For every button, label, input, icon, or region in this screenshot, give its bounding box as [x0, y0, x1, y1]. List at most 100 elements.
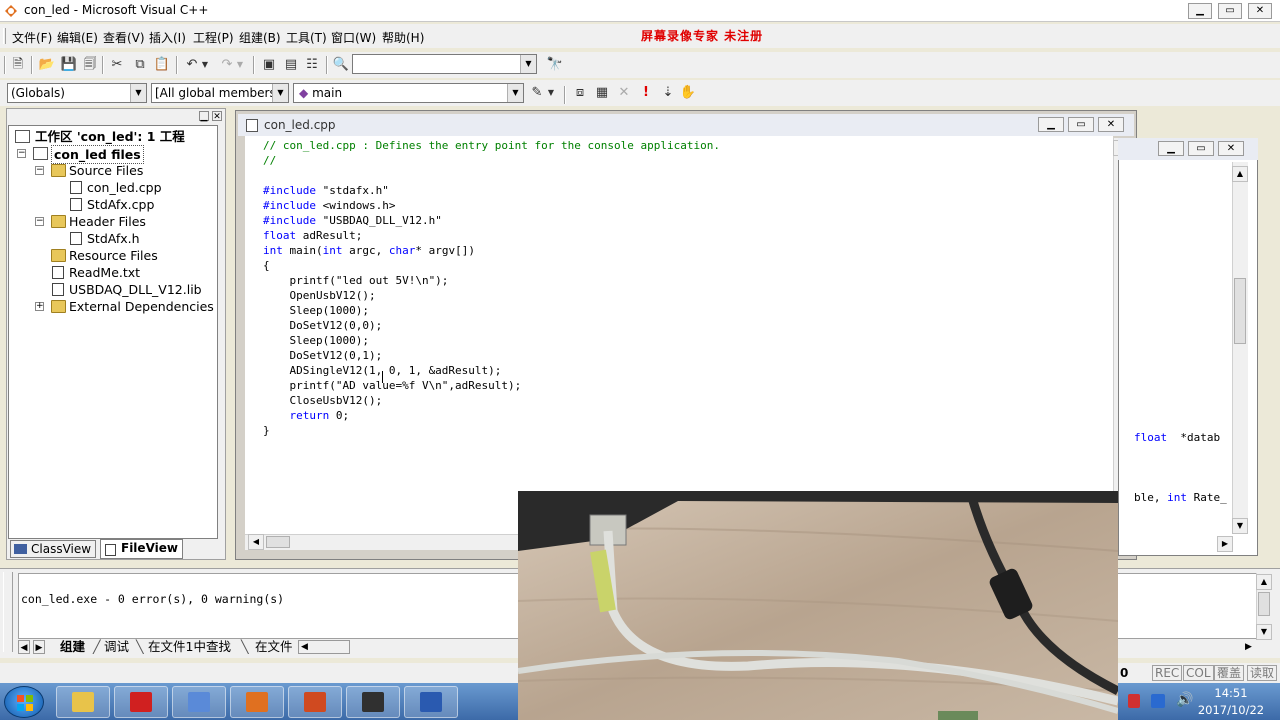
network-icon[interactable] [1151, 694, 1165, 708]
scroll-down-icon[interactable]: ▼ [1256, 624, 1272, 640]
function-combo[interactable]: ◆ main ▼ [293, 83, 524, 103]
scroll-up-icon[interactable]: ▲ [1256, 574, 1272, 590]
editor-maximize-button[interactable]: ▭ [1068, 117, 1094, 132]
chevron-down-icon[interactable]: ▼ [520, 55, 536, 73]
bg-maximize-button[interactable]: ▭ [1188, 141, 1214, 156]
build-result-message: con_led.exe - 0 error(s), 0 warning(s) [21, 592, 285, 606]
wizard-actions-dropdown-icon[interactable]: ▼ [546, 83, 556, 103]
bg-scroll-thumb[interactable] [1234, 278, 1246, 344]
menu-build[interactable]: 组建(B) [239, 29, 281, 46]
horizontal-scroll-thumb[interactable] [266, 536, 290, 548]
menubar-grip[interactable] [3, 28, 6, 44]
paste-icon[interactable]: 📋 [152, 55, 172, 75]
compile-icon[interactable]: ⧈ [570, 83, 590, 103]
build-icon[interactable]: ▦ [592, 83, 612, 103]
project-icon [33, 147, 48, 160]
class-combo[interactable]: (Globals) ▼ [7, 83, 147, 103]
members-combo[interactable]: [All global members ▼ [151, 83, 289, 103]
bg-vertical-scrollbar[interactable] [1232, 162, 1248, 534]
menu-project[interactable]: 工程(P) [193, 29, 234, 46]
tab-fileview[interactable]: FileView [100, 539, 183, 559]
taskbar-app-button[interactable] [56, 686, 110, 718]
redo-icon[interactable]: ↷ [217, 55, 237, 75]
find-combo[interactable]: ▼ [352, 54, 537, 74]
editor-close-button[interactable]: ✕ [1098, 117, 1124, 132]
start-button[interactable] [4, 686, 44, 718]
redo-dropdown-icon[interactable]: ▼ [235, 55, 245, 75]
tab-divider: ╲ [136, 639, 144, 654]
maximize-button[interactable]: ▭ [1218, 3, 1242, 19]
menu-file[interactable]: 文件(F) [12, 29, 52, 46]
close-button[interactable]: ✕ [1248, 3, 1272, 19]
menu-view[interactable]: 查看(V) [103, 29, 145, 46]
menu-edit[interactable]: 编辑(E) [57, 29, 98, 46]
visual-cpp-app-icon[interactable] [3, 3, 19, 19]
collapse-icon[interactable]: − [35, 166, 44, 175]
go-icon[interactable]: ⇣ [658, 83, 678, 103]
clock-date[interactable]: 2017/10/22 [1196, 703, 1266, 717]
chevron-down-icon[interactable]: ▼ [272, 84, 288, 102]
find-icon[interactable]: 🔭 [545, 55, 565, 75]
breakpoint-icon[interactable]: ✋ [678, 83, 698, 103]
tab-build[interactable]: 组建 [60, 639, 85, 655]
wizard-actions-icon[interactable]: ✎ [527, 83, 547, 103]
tab-area-scroll-left-icon[interactable]: ◀ [298, 640, 350, 654]
taskbar-app-button[interactable] [346, 686, 400, 718]
bg-close-button[interactable]: ✕ [1218, 141, 1244, 156]
window-list-icon[interactable]: ☷ [302, 55, 322, 75]
chevron-down-icon[interactable]: ▼ [130, 84, 146, 102]
workspace-close-icon[interactable]: ✕ [212, 111, 222, 122]
taskbar-app-button[interactable] [288, 686, 342, 718]
new-file-icon[interactable]: 🗎 [8, 55, 28, 75]
clock-time[interactable]: 14:51 [1214, 686, 1248, 700]
menu-help[interactable]: 帮助(H) [382, 29, 424, 46]
stop-build-icon[interactable]: ✕ [614, 83, 634, 103]
scroll-left-icon[interactable]: ◀ [248, 534, 264, 550]
copy-icon[interactable]: ⧉ [130, 55, 150, 75]
workspace-minimize-icon[interactable]: ▁ [199, 111, 209, 122]
scroll-down-icon[interactable]: ▼ [1232, 518, 1248, 534]
menu-insert[interactable]: 插入(I) [149, 29, 186, 46]
output-scroll-thumb[interactable] [1258, 592, 1270, 616]
undo-icon[interactable]: ↶ [182, 55, 202, 75]
code-editor[interactable]: // con_led.cpp : Defines the entry point… [245, 136, 1113, 534]
minimize-button[interactable]: ▁ [1188, 3, 1212, 19]
tree-label: StdAfx.cpp [87, 197, 155, 212]
output-toggle-icon[interactable]: ▤ [281, 55, 301, 75]
scroll-right-icon[interactable]: ▶ [1217, 536, 1233, 552]
save-icon[interactable]: 💾 [59, 55, 79, 75]
volume-icon[interactable]: 🔊 [1176, 692, 1193, 708]
tab-find-in-files-2[interactable]: 在文件 [255, 639, 293, 655]
tab-debug[interactable]: 调试 [104, 639, 129, 655]
collapse-icon[interactable]: − [35, 217, 44, 226]
bg-code-line: float *datab [1134, 431, 1220, 444]
chevron-down-icon[interactable]: ▼ [507, 84, 523, 102]
find-in-files-icon[interactable]: 🔍 [331, 55, 351, 75]
collapse-icon[interactable]: − [17, 149, 26, 158]
undo-dropdown-icon[interactable]: ▼ [200, 55, 210, 75]
taskbar-app-button[interactable] [172, 686, 226, 718]
save-all-icon[interactable]: 🗐 [80, 55, 100, 75]
execute-icon[interactable]: ! [636, 83, 656, 103]
editor-minimize-button[interactable]: ▁ [1038, 117, 1064, 132]
output-scroll-right-icon[interactable]: ▶ [1245, 640, 1255, 654]
bg-minimize-button[interactable]: ▁ [1158, 141, 1184, 156]
workspace-toggle-icon[interactable]: ▣ [259, 55, 279, 75]
menu-tools[interactable]: 工具(T) [286, 29, 327, 46]
taskbar-app-button[interactable] [230, 686, 284, 718]
cut-icon[interactable]: ✂ [107, 55, 127, 75]
tab-scroll-right-icon[interactable]: ▶ [33, 640, 45, 654]
output-grip[interactable] [3, 572, 13, 652]
menu-window[interactable]: 窗口(W) [331, 29, 376, 46]
members-combo-value: [All global members [155, 86, 276, 100]
taskbar-app-button[interactable] [114, 686, 168, 718]
taskbar-app-button[interactable] [404, 686, 458, 718]
open-folder-icon[interactable]: 📂 [37, 55, 57, 75]
tab-scroll-left-icon[interactable]: ◀ [18, 640, 30, 654]
tab-classview[interactable]: ClassView [10, 540, 97, 558]
scroll-up-icon[interactable]: ▲ [1232, 166, 1248, 182]
camera-icon [362, 692, 384, 712]
tab-find-in-files-1[interactable]: 在文件1中查找 [148, 639, 231, 655]
expand-icon[interactable]: + [35, 302, 44, 311]
tray-app-icon[interactable] [1128, 694, 1140, 708]
